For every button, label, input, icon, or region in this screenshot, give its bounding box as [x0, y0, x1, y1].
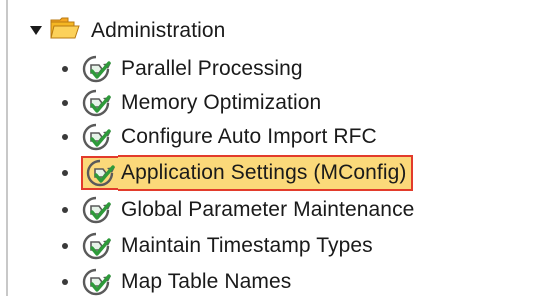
tree-left-border	[6, 0, 8, 296]
transaction-icon	[81, 267, 118, 296]
bullet-icon	[62, 100, 68, 106]
bullet-icon	[62, 279, 68, 285]
tree-item-label-wrap: Global Parameter Maintenance	[118, 197, 417, 223]
bullet-icon	[62, 66, 68, 72]
transaction-icon	[81, 156, 118, 190]
transaction-icon	[81, 122, 118, 152]
tree-item[interactable]: Global Parameter Maintenance	[62, 193, 417, 227]
tree-item-label: Maintain Timestamp Types	[121, 234, 373, 257]
transaction-icon	[81, 54, 118, 84]
tree-item[interactable]: Parallel Processing	[62, 52, 306, 86]
tree-item-label: Global Parameter Maintenance	[121, 198, 415, 221]
bullet-icon	[62, 170, 68, 176]
tree-item-label-wrap: Map Table Names	[118, 269, 294, 295]
tree-item-label-wrap: Parallel Processing	[118, 56, 306, 82]
tree-item-label: Parallel Processing	[121, 57, 303, 80]
bullet-icon	[62, 134, 68, 140]
folder-open-icon	[50, 16, 88, 46]
tree-item-label-wrap: Configure Auto Import RFC	[118, 124, 380, 150]
tree-node-administration[interactable]: Administration	[28, 14, 228, 48]
tree-item-label-wrap: Maintain Timestamp Types	[118, 233, 376, 259]
tree-item-label: Memory Optimization	[121, 91, 322, 114]
tree-item-label: Application Settings (MConfig)	[121, 161, 407, 184]
tree-item[interactable]: Map Table Names	[62, 265, 294, 296]
transaction-icon	[81, 88, 118, 118]
tree-item-label: Configure Auto Import RFC	[121, 125, 377, 148]
tree-item-label-wrap: Application Settings (MConfig)	[118, 155, 414, 191]
tree-item-label-wrap: Memory Optimization	[118, 90, 324, 116]
expand-triangle-icon[interactable]	[28, 23, 44, 39]
bullet-icon	[62, 207, 68, 213]
navigation-tree: Administration Parallel Processing Memor…	[0, 0, 544, 296]
bullet-icon	[62, 243, 68, 249]
tree-node-label: Administration	[91, 19, 226, 42]
tree-item[interactable]: Configure Auto Import RFC	[62, 120, 380, 154]
tree-item-label: Map Table Names	[121, 270, 292, 293]
transaction-icon	[81, 231, 118, 261]
tree-item[interactable]: Application Settings (MConfig)	[62, 155, 414, 191]
tree-item[interactable]: Maintain Timestamp Types	[62, 229, 376, 263]
tree-item[interactable]: Memory Optimization	[62, 86, 324, 120]
transaction-icon	[81, 195, 118, 225]
